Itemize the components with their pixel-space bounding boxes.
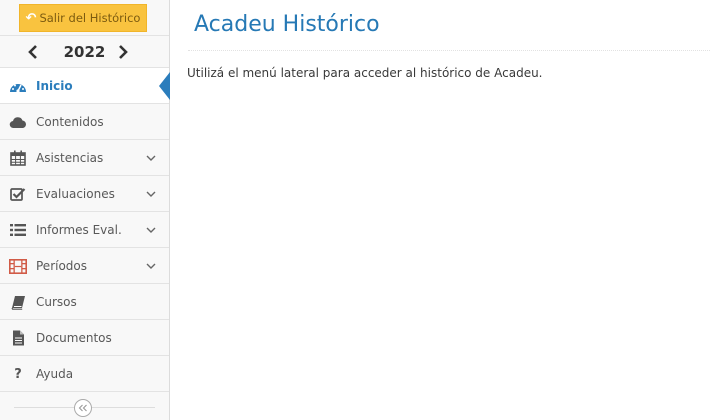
sidebar-item-documentos[interactable]: Documentos: [0, 320, 169, 356]
sidebar-collapse-bar: [0, 395, 169, 420]
chevron-down-icon: [146, 155, 156, 161]
sidebar: ↶ Salir del Histórico 2022 Inicio Conten…: [0, 0, 170, 420]
exit-history-button[interactable]: ↶ Salir del Histórico: [19, 4, 147, 32]
sidebar-item-informes-eval[interactable]: Informes Eval.: [0, 212, 169, 248]
checkbox-icon: [9, 186, 27, 202]
page-title: Acadeu Histórico: [194, 12, 380, 37]
chevron-down-icon: [146, 191, 156, 197]
next-year-button[interactable]: [114, 42, 132, 62]
selected-year: 2022: [63, 42, 106, 61]
calendar-icon: [9, 150, 27, 166]
sidebar-item-periodos[interactable]: Períodos: [0, 248, 169, 284]
sidebar-item-label: Períodos: [36, 258, 88, 273]
film-icon: [9, 258, 27, 274]
collapse-sidebar-button[interactable]: [74, 399, 92, 417]
sidebar-item-label: Cursos: [36, 294, 77, 309]
active-indicator: [159, 72, 170, 100]
book-icon: [9, 294, 27, 310]
undo-arrow-icon: ↶: [25, 10, 37, 26]
info-message: Utilizá el menú lateral para acceder al …: [187, 66, 543, 80]
sidebar-item-label: Evaluaciones: [36, 186, 115, 201]
previous-year-button[interactable]: [24, 42, 42, 62]
exit-history-label: Salir del Histórico: [39, 11, 141, 25]
divider: [188, 50, 710, 51]
year-selector: 2022: [0, 36, 169, 68]
sidebar-item-label: Contenidos: [36, 114, 104, 129]
chevron-right-icon: [119, 45, 128, 59]
cloud-icon: [9, 114, 27, 130]
exit-bar: ↶ Salir del Histórico: [0, 0, 169, 36]
chevron-down-icon: [146, 263, 156, 269]
chevron-down-icon: [146, 227, 156, 233]
list-icon: [9, 222, 27, 238]
sidebar-item-label: Asistencias: [36, 150, 104, 165]
sidebar-item-label: Informes Eval.: [36, 222, 122, 237]
sidebar-item-label: Inicio: [36, 78, 73, 93]
double-chevron-left-icon: [78, 404, 87, 412]
chevron-left-icon: [28, 45, 37, 59]
sidebar-item-ayuda[interactable]: ? Ayuda: [0, 356, 169, 392]
sidebar-item-inicio[interactable]: Inicio: [0, 68, 170, 104]
question-icon: ?: [14, 366, 22, 382]
sidebar-item-evaluaciones[interactable]: Evaluaciones: [0, 176, 169, 212]
sidebar-item-cursos[interactable]: Cursos: [0, 284, 169, 320]
document-icon: [9, 330, 27, 346]
sidebar-item-asistencias[interactable]: Asistencias: [0, 140, 169, 176]
dashboard-icon: [9, 78, 27, 94]
sidebar-item-label: Documentos: [36, 330, 112, 345]
sidebar-item-contenidos[interactable]: Contenidos: [0, 104, 169, 140]
sidebar-item-label: Ayuda: [36, 366, 74, 381]
main-content: Acadeu Histórico Utilizá el menú lateral…: [170, 0, 716, 420]
